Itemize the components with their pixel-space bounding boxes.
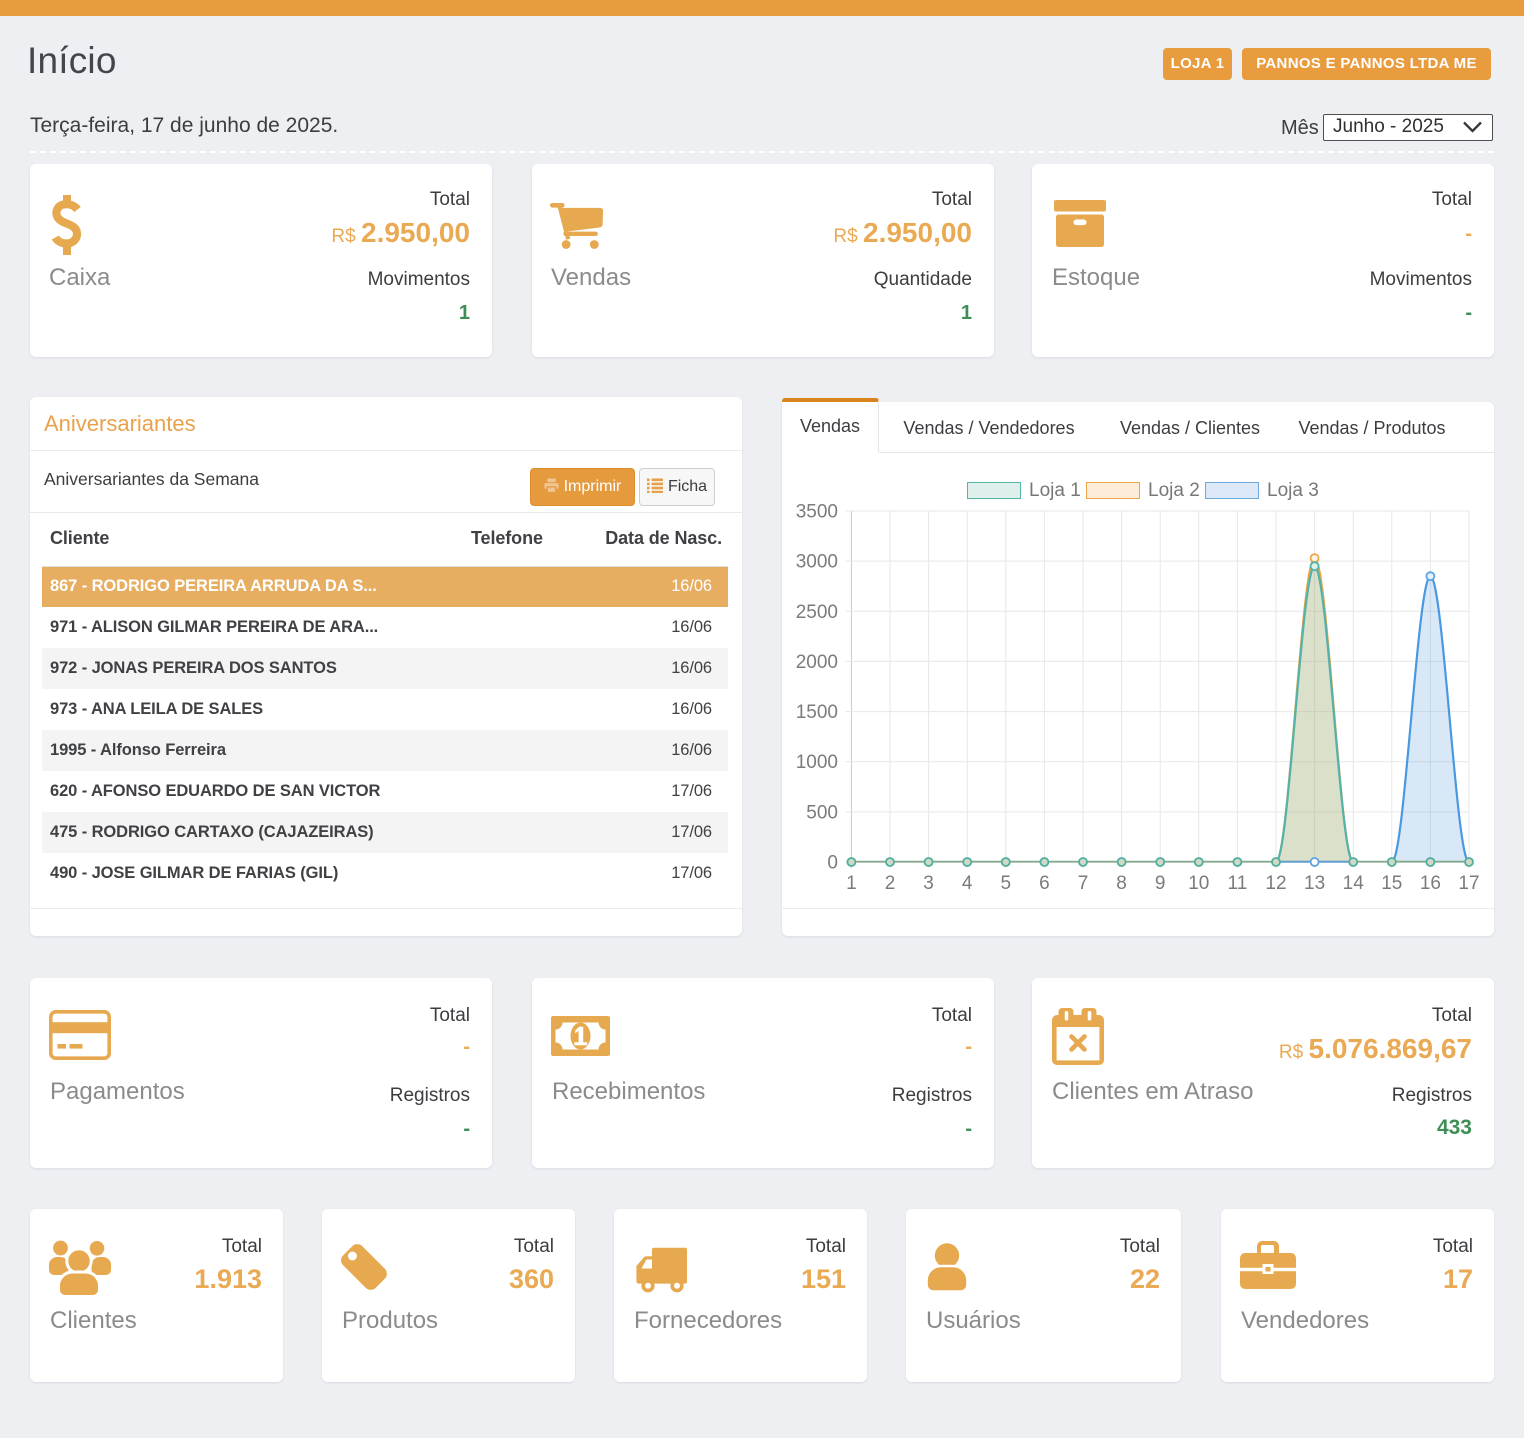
svg-text:5: 5: [1001, 873, 1012, 894]
svg-text:10: 10: [1188, 873, 1209, 894]
svg-text:4: 4: [962, 873, 973, 894]
svg-text:2: 2: [885, 873, 896, 894]
svg-text:2000: 2000: [796, 652, 838, 673]
svg-text:0: 0: [827, 853, 838, 874]
svg-text:6: 6: [1039, 873, 1050, 894]
svg-text:17: 17: [1458, 873, 1479, 894]
svg-text:11: 11: [1228, 873, 1248, 894]
svg-text:12: 12: [1265, 873, 1286, 894]
svg-text:13: 13: [1304, 873, 1325, 894]
svg-text:2500: 2500: [796, 602, 838, 623]
svg-text:500: 500: [806, 802, 838, 823]
svg-text:1000: 1000: [796, 752, 838, 773]
svg-text:16: 16: [1420, 873, 1441, 894]
svg-text:14: 14: [1343, 873, 1365, 894]
svg-text:1: 1: [846, 873, 857, 894]
svg-text:8: 8: [1116, 873, 1127, 894]
svg-text:15: 15: [1381, 873, 1402, 894]
svg-text:3000: 3000: [796, 552, 838, 573]
svg-text:3500: 3500: [796, 502, 838, 523]
svg-text:1500: 1500: [796, 702, 838, 723]
svg-text:9: 9: [1155, 873, 1166, 894]
svg-text:3: 3: [923, 873, 934, 894]
svg-text:7: 7: [1078, 873, 1089, 894]
